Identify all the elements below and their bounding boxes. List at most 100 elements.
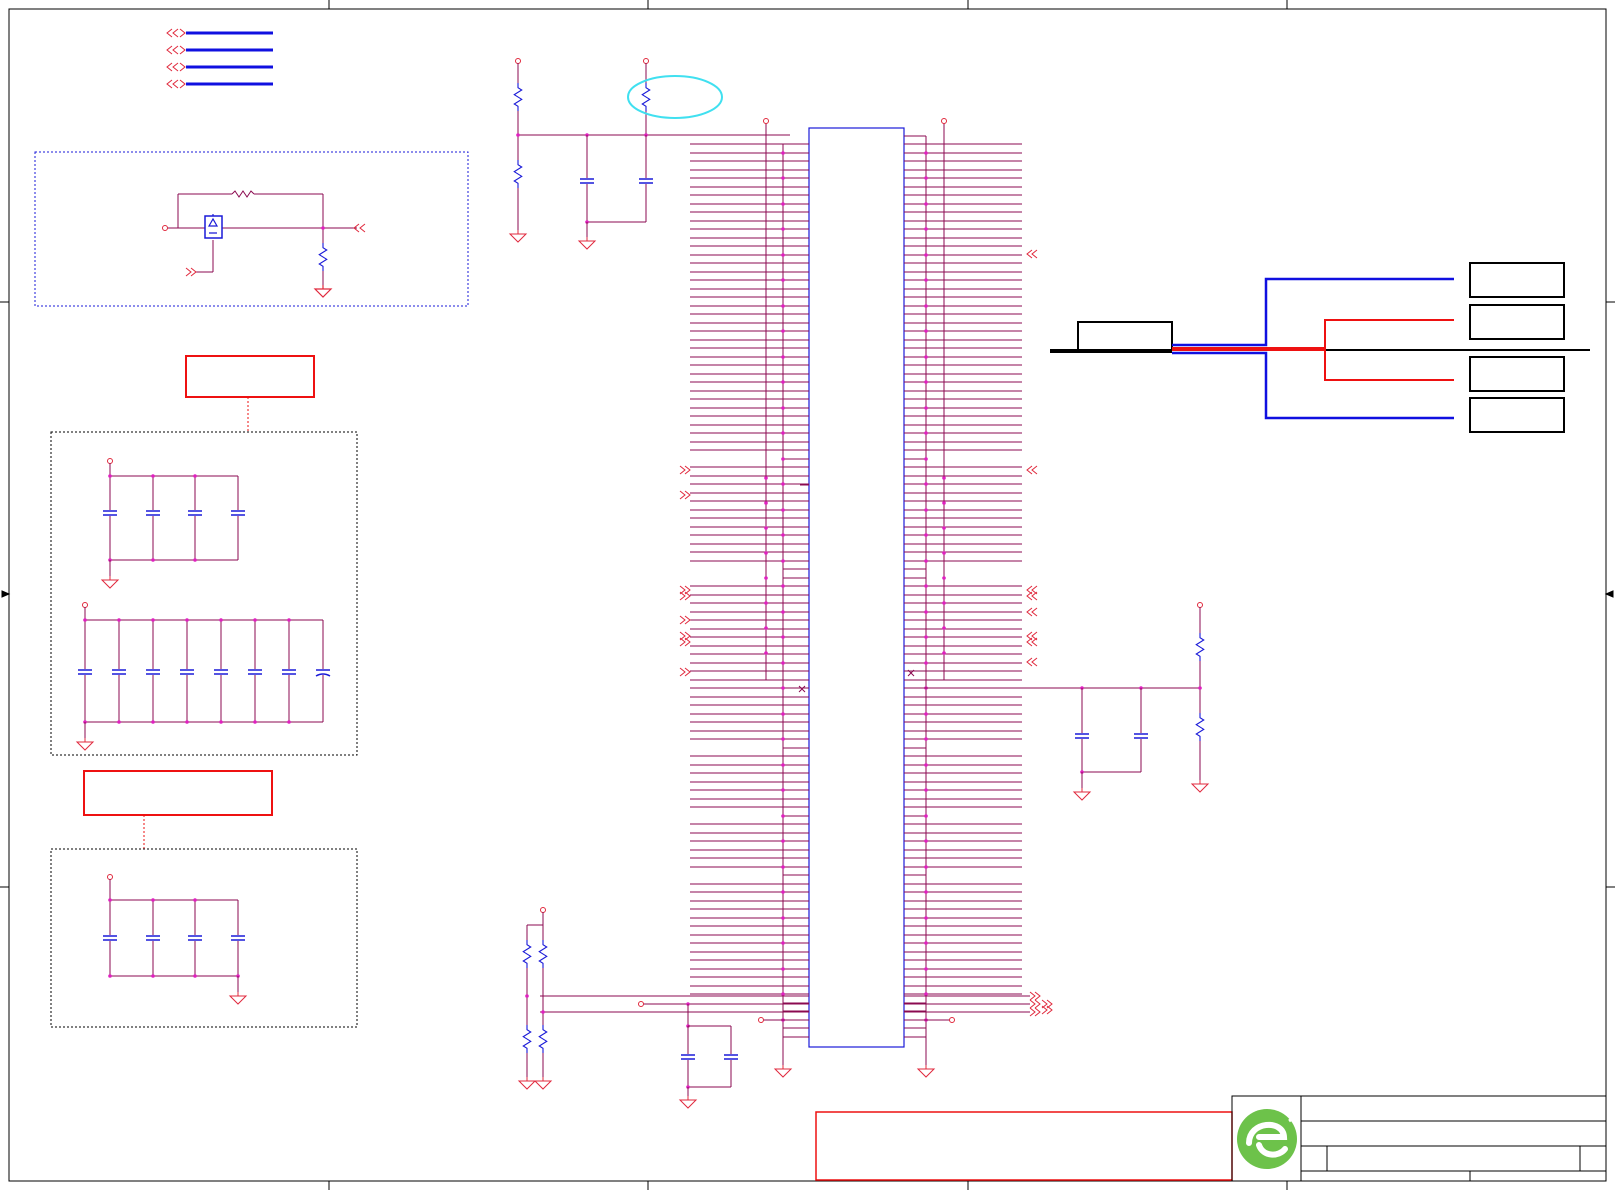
junction-dot <box>764 526 768 530</box>
capacitor-icon <box>146 669 160 675</box>
offpage-connector-icon <box>679 465 691 475</box>
junction-dot <box>253 618 257 622</box>
ground-icon <box>533 1077 553 1090</box>
bus-routing-diagram <box>1050 262 1590 433</box>
ground-icon <box>1072 788 1092 801</box>
offpage-connector-icon <box>679 615 691 625</box>
capacitor-icon <box>188 510 202 516</box>
highlight-ellipse <box>627 75 723 119</box>
junction-dot <box>924 202 928 206</box>
junction-dot <box>781 916 785 920</box>
top-resistor-network <box>508 58 790 250</box>
main-connector <box>540 118 1053 1078</box>
capacitor-icon <box>248 669 262 675</box>
resistor-icon <box>538 1024 548 1054</box>
ground-icon <box>1190 780 1210 793</box>
junction-dot <box>525 994 529 998</box>
capacitor-icon <box>231 510 245 516</box>
power-port-icon <box>82 602 88 608</box>
resistor-icon <box>641 82 651 112</box>
ground-icon <box>916 1065 936 1078</box>
junction-dot <box>764 476 768 480</box>
bottom-resistor-network <box>517 907 738 1109</box>
junction-dot <box>924 457 928 461</box>
junction-dot <box>924 227 928 231</box>
offpage-connector-icon <box>1029 1007 1041 1017</box>
junction-dot <box>781 329 785 333</box>
junction-dot <box>781 610 785 614</box>
junction-dot <box>924 916 928 920</box>
decoupling-block-1 <box>50 431 358 756</box>
schematic-sheet <box>0 0 1615 1190</box>
junction-dot <box>942 501 946 505</box>
junction-dot <box>185 720 189 724</box>
junction-dot <box>942 551 946 555</box>
capacitor-icon <box>1134 733 1148 739</box>
offpage-connector-icon <box>679 667 691 677</box>
junction-dot <box>924 584 928 588</box>
ground-icon <box>228 992 248 1005</box>
offpage-connector-icon <box>1026 657 1038 667</box>
junction-dot <box>151 898 155 902</box>
junction-dot <box>924 890 928 894</box>
company-logo-e-icon <box>1237 1109 1297 1169</box>
junction-dot <box>924 610 928 614</box>
offpage-connector-icon <box>679 490 691 500</box>
junction-dot <box>781 533 785 537</box>
junction-dot <box>764 601 768 605</box>
junction-dot <box>781 380 785 384</box>
ground-icon <box>517 1077 537 1090</box>
no-connect-icon <box>798 685 806 693</box>
junction-dot <box>287 720 291 724</box>
junction-dot <box>942 576 946 580</box>
capacitor-icon <box>103 935 117 941</box>
power-port-icon <box>763 118 769 124</box>
junction-dot <box>924 482 928 486</box>
junction-dot <box>253 720 257 724</box>
junction-dot <box>924 380 928 384</box>
junction-dot <box>193 474 197 478</box>
connector-icon <box>808 127 905 1048</box>
offpage-connector-icon <box>1026 637 1038 647</box>
ground-icon <box>678 1096 698 1109</box>
junction-dot <box>117 618 121 622</box>
offpage-connector-icon <box>1026 465 1038 475</box>
junction-dot <box>781 482 785 486</box>
junction-dot <box>924 151 928 155</box>
junction-dot <box>781 661 785 665</box>
junction-dot <box>924 661 928 665</box>
junction-dot <box>764 626 768 630</box>
junction-dot <box>781 227 785 231</box>
junction-dot <box>924 431 928 435</box>
ground-icon <box>75 738 95 751</box>
junction-dot <box>287 618 291 622</box>
power-port-icon <box>638 1001 644 1007</box>
junction-dot <box>924 278 928 282</box>
capacitor-icon <box>639 178 653 184</box>
capacitor-icon <box>180 669 194 675</box>
junction-dot <box>924 253 928 257</box>
junction-dot <box>781 737 785 741</box>
junction-dot <box>924 304 928 308</box>
junction-dot <box>781 431 785 435</box>
power-port-icon <box>643 58 649 64</box>
junction-dot <box>151 618 155 622</box>
junction-dot <box>924 508 928 512</box>
decoupling-block-2 <box>50 848 358 1028</box>
junction-dot <box>924 763 928 767</box>
junction-dot <box>942 601 946 605</box>
capacitor-icon <box>103 510 117 516</box>
resistor-icon <box>513 159 523 189</box>
junction-dot <box>924 533 928 537</box>
junction-dot <box>924 737 928 741</box>
junction-dot <box>781 202 785 206</box>
junction-dot <box>924 941 928 945</box>
ground-icon <box>773 1065 793 1078</box>
junction-dot <box>781 686 785 690</box>
junction-dot <box>924 992 928 996</box>
junction-dot <box>185 618 189 622</box>
junction-dot <box>764 551 768 555</box>
junction-dot <box>151 474 155 478</box>
capacitor-icon <box>580 178 594 184</box>
capacitor-icon <box>188 935 202 941</box>
